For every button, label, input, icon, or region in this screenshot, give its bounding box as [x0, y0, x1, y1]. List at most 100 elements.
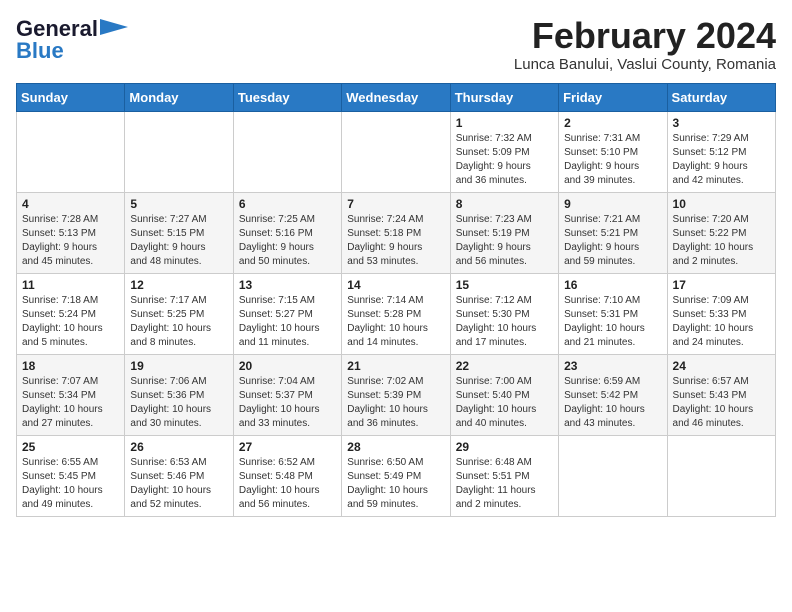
day-number: 10	[673, 197, 770, 211]
calendar-week-2: 4 Sunrise: 7:28 AM Sunset: 5:13 PM Daylig…	[17, 192, 776, 273]
day-detail: Sunrise: 6:55 AM Sunset: 5:45 PM Dayligh…	[22, 456, 119, 512]
day-number: 17	[673, 278, 770, 292]
day-detail: Sunrise: 7:00 AM Sunset: 5:40 PM Dayligh…	[456, 375, 553, 431]
day-number: 24	[673, 359, 770, 373]
calendar-cell	[17, 111, 125, 192]
day-detail: Sunrise: 7:23 AM Sunset: 5:19 PM Dayligh…	[456, 213, 553, 269]
day-number: 18	[22, 359, 119, 373]
calendar-cell: 10Sunrise: 7:20 AM Sunset: 5:22 PM Dayli…	[667, 192, 775, 273]
weekday-header-friday: Friday	[559, 83, 667, 111]
calendar-cell: 25 Sunrise: 6:55 AM Sunset: 5:45 PM Dayli…	[17, 435, 125, 516]
calendar-week-1: 1Sunrise: 7:32 AM Sunset: 5:09 PM Daylig…	[17, 111, 776, 192]
calendar-cell: 12 Sunrise: 7:17 AM Sunset: 5:25 PM Dayli…	[125, 273, 233, 354]
day-number: 12	[130, 278, 227, 292]
day-detail: Sunrise: 6:52 AM Sunset: 5:48 PM Dayligh…	[239, 456, 336, 512]
day-number: 27	[239, 440, 336, 454]
calendar-cell: 19 Sunrise: 7:06 AM Sunset: 5:36 PM Dayli…	[125, 354, 233, 435]
day-detail: Sunrise: 7:31 AM Sunset: 5:10 PM Dayligh…	[564, 132, 661, 188]
day-number: 28	[347, 440, 444, 454]
calendar-cell: 9 Sunrise: 7:21 AM Sunset: 5:21 PM Daylig…	[559, 192, 667, 273]
weekday-header-thursday: Thursday	[450, 83, 558, 111]
calendar-cell	[559, 435, 667, 516]
calendar-cell: 21 Sunrise: 7:02 AM Sunset: 5:39 PM Dayli…	[342, 354, 450, 435]
calendar-cell: 27 Sunrise: 6:52 AM Sunset: 5:48 PM Dayli…	[233, 435, 341, 516]
weekday-header-wednesday: Wednesday	[342, 83, 450, 111]
day-number: 26	[130, 440, 227, 454]
logo-blue: Blue	[16, 38, 64, 64]
calendar-cell	[667, 435, 775, 516]
location: Lunca Banului, Vaslui County, Romania	[514, 56, 776, 73]
day-number: 19	[130, 359, 227, 373]
calendar-cell: 26 Sunrise: 6:53 AM Sunset: 5:46 PM Dayli…	[125, 435, 233, 516]
calendar-cell: 22 Sunrise: 7:00 AM Sunset: 5:40 PM Dayli…	[450, 354, 558, 435]
day-number: 5	[130, 197, 227, 211]
day-detail: Sunrise: 7:10 AM Sunset: 5:31 PM Dayligh…	[564, 294, 661, 350]
calendar-cell: 20 Sunrise: 7:04 AM Sunset: 5:37 PM Dayli…	[233, 354, 341, 435]
calendar-cell: 1Sunrise: 7:32 AM Sunset: 5:09 PM Daylig…	[450, 111, 558, 192]
calendar-cell	[125, 111, 233, 192]
day-number: 6	[239, 197, 336, 211]
day-number: 8	[456, 197, 553, 211]
day-number: 21	[347, 359, 444, 373]
day-detail: Sunrise: 7:15 AM Sunset: 5:27 PM Dayligh…	[239, 294, 336, 350]
day-number: 4	[22, 197, 119, 211]
calendar-table: SundayMondayTuesdayWednesdayThursdayFrid…	[16, 83, 776, 517]
day-number: 23	[564, 359, 661, 373]
day-number: 7	[347, 197, 444, 211]
page-header: General Blue February 2024 Lunca Banului…	[16, 16, 776, 73]
day-detail: Sunrise: 7:28 AM Sunset: 5:13 PM Dayligh…	[22, 213, 119, 269]
calendar-cell: 7 Sunrise: 7:24 AM Sunset: 5:18 PM Daylig…	[342, 192, 450, 273]
day-number: 14	[347, 278, 444, 292]
calendar-cell: 14 Sunrise: 7:14 AM Sunset: 5:28 PM Dayli…	[342, 273, 450, 354]
day-detail: Sunrise: 6:50 AM Sunset: 5:49 PM Dayligh…	[347, 456, 444, 512]
day-number: 15	[456, 278, 553, 292]
day-number: 2	[564, 116, 661, 130]
day-detail: Sunrise: 6:57 AM Sunset: 5:43 PM Dayligh…	[673, 375, 770, 431]
calendar-cell: 11Sunrise: 7:18 AM Sunset: 5:24 PM Dayli…	[17, 273, 125, 354]
day-detail: Sunrise: 7:21 AM Sunset: 5:21 PM Dayligh…	[564, 213, 661, 269]
calendar-week-5: 25 Sunrise: 6:55 AM Sunset: 5:45 PM Dayli…	[17, 435, 776, 516]
day-detail: Sunrise: 7:17 AM Sunset: 5:25 PM Dayligh…	[130, 294, 227, 350]
day-number: 20	[239, 359, 336, 373]
weekday-header-saturday: Saturday	[667, 83, 775, 111]
day-number: 16	[564, 278, 661, 292]
calendar-cell: 18 Sunrise: 7:07 AM Sunset: 5:34 PM Dayli…	[17, 354, 125, 435]
calendar-cell: 4 Sunrise: 7:28 AM Sunset: 5:13 PM Daylig…	[17, 192, 125, 273]
calendar-cell: 17 Sunrise: 7:09 AM Sunset: 5:33 PM Dayli…	[667, 273, 775, 354]
weekday-header-monday: Monday	[125, 83, 233, 111]
day-detail: Sunrise: 6:53 AM Sunset: 5:46 PM Dayligh…	[130, 456, 227, 512]
day-detail: Sunrise: 7:02 AM Sunset: 5:39 PM Dayligh…	[347, 375, 444, 431]
day-detail: Sunrise: 6:48 AM Sunset: 5:51 PM Dayligh…	[456, 456, 553, 512]
calendar-week-3: 11Sunrise: 7:18 AM Sunset: 5:24 PM Dayli…	[17, 273, 776, 354]
calendar-cell: 23 Sunrise: 6:59 AM Sunset: 5:42 PM Dayli…	[559, 354, 667, 435]
day-number: 3	[673, 116, 770, 130]
day-number: 25	[22, 440, 119, 454]
calendar-cell: 6 Sunrise: 7:25 AM Sunset: 5:16 PM Daylig…	[233, 192, 341, 273]
day-number: 29	[456, 440, 553, 454]
day-number: 1	[456, 116, 553, 130]
day-detail: Sunrise: 7:09 AM Sunset: 5:33 PM Dayligh…	[673, 294, 770, 350]
logo: General Blue	[16, 16, 128, 64]
day-detail: Sunrise: 7:12 AM Sunset: 5:30 PM Dayligh…	[456, 294, 553, 350]
weekday-header-sunday: Sunday	[17, 83, 125, 111]
day-detail: Sunrise: 7:24 AM Sunset: 5:18 PM Dayligh…	[347, 213, 444, 269]
day-detail: Sunrise: 7:25 AM Sunset: 5:16 PM Dayligh…	[239, 213, 336, 269]
weekday-header-tuesday: Tuesday	[233, 83, 341, 111]
day-number: 9	[564, 197, 661, 211]
day-detail: Sunrise: 6:59 AM Sunset: 5:42 PM Dayligh…	[564, 375, 661, 431]
day-detail: Sunrise: 7:14 AM Sunset: 5:28 PM Dayligh…	[347, 294, 444, 350]
day-detail: Sunrise: 7:06 AM Sunset: 5:36 PM Dayligh…	[130, 375, 227, 431]
day-detail: Sunrise: 7:07 AM Sunset: 5:34 PM Dayligh…	[22, 375, 119, 431]
calendar-cell: 29 Sunrise: 6:48 AM Sunset: 5:51 PM Dayli…	[450, 435, 558, 516]
calendar-cell: 16 Sunrise: 7:10 AM Sunset: 5:31 PM Dayli…	[559, 273, 667, 354]
day-detail: Sunrise: 7:04 AM Sunset: 5:37 PM Dayligh…	[239, 375, 336, 431]
calendar-cell: 3Sunrise: 7:29 AM Sunset: 5:12 PM Daylig…	[667, 111, 775, 192]
day-number: 13	[239, 278, 336, 292]
day-number: 22	[456, 359, 553, 373]
day-number: 11	[22, 278, 119, 292]
calendar-cell: 2 Sunrise: 7:31 AM Sunset: 5:10 PM Daylig…	[559, 111, 667, 192]
calendar-body: 1Sunrise: 7:32 AM Sunset: 5:09 PM Daylig…	[17, 111, 776, 516]
calendar-cell: 28 Sunrise: 6:50 AM Sunset: 5:49 PM Dayli…	[342, 435, 450, 516]
calendar-cell: 15 Sunrise: 7:12 AM Sunset: 5:30 PM Dayli…	[450, 273, 558, 354]
day-detail: Sunrise: 7:27 AM Sunset: 5:15 PM Dayligh…	[130, 213, 227, 269]
